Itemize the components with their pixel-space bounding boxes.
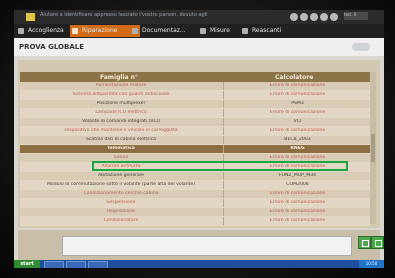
network-icon[interactable]	[310, 13, 318, 21]
column-divider	[223, 181, 224, 189]
column-divider	[223, 136, 224, 144]
column-divider	[223, 145, 224, 153]
cell-calcolatore: Errore di comunicazione	[269, 209, 326, 214]
taskbar-item[interactable]	[88, 261, 108, 268]
cell-calcolatore: Errore di comunicazione	[269, 128, 326, 133]
cell-famiglia: Sospensione	[106, 200, 136, 205]
cell-calcolatore: FUNZ_MUP_M34	[278, 173, 317, 178]
cell-famiglia: Modulo di commutazione sotto il volante …	[46, 182, 196, 187]
cell-famiglia: Sistema antiperdita con guanti antiscivo…	[72, 92, 170, 97]
header-famiglia: Famiglia n°	[100, 74, 138, 81]
page-title: PROVA GLOBALE	[19, 43, 84, 51]
cell-famiglia: Condizionatore	[103, 218, 139, 223]
confirm-button[interactable]	[371, 236, 384, 249]
column-divider	[223, 199, 224, 207]
connection-state: tecl. 0	[344, 12, 368, 20]
cell-famiglia: Alimentazione motore	[95, 83, 147, 88]
table-row[interactable]: Modulo di commutazione sotto il volante …	[20, 181, 370, 190]
table-row[interactable]: Volante di comandi integrati (VCI) VCI	[20, 118, 370, 127]
table-row[interactable]: Scatola dati di cabina elettrica BECB_200…	[20, 136, 370, 145]
table-row[interactable]: Sistema antiperdita con guanti antiscivo…	[20, 91, 370, 100]
column-divider	[223, 217, 224, 225]
settings-icon[interactable]	[300, 13, 308, 21]
user-icon[interactable]	[330, 13, 338, 21]
column-divider	[223, 208, 224, 216]
cell-calcolatore: BECB_2003	[284, 137, 311, 142]
brand-logo	[352, 43, 370, 51]
column-divider	[223, 91, 224, 99]
cell-famiglia: Condizionamento cerchio cabina	[83, 191, 159, 196]
column-divider	[223, 127, 224, 135]
table-row[interactable]: Regolazione Errore di comunicazione	[20, 208, 370, 217]
cell-famiglia: Scatola dati di cabina elettrica	[85, 137, 157, 142]
cell-calcolatore: RNEG	[290, 146, 305, 151]
cell-calcolatore: VCI	[293, 119, 302, 124]
record-icon[interactable]	[290, 13, 298, 21]
cell-famiglia: Posizione multiplexer	[96, 101, 146, 106]
highlight-frame	[92, 161, 348, 171]
table-row[interactable]: Condizionamento cerchio cabina Errore di …	[20, 190, 370, 199]
refresh-button[interactable]	[358, 236, 371, 249]
cell-calcolatore: Errore di comunicazione	[269, 155, 326, 160]
scrollbar-thumb[interactable]	[371, 134, 375, 162]
header-calcolatore: Calcolatore	[275, 74, 314, 81]
cell-famiglia: Sonno	[113, 155, 129, 160]
column-divider	[223, 100, 224, 108]
cell-calcolatore: Errore di comunicazione	[269, 92, 326, 97]
table-row[interactable]: Posizione multiplexer PSM3	[20, 100, 370, 109]
table-scrollbar[interactable]	[370, 72, 376, 224]
table-row[interactable]: Abitazione generale FUNZ_MUP_M34	[20, 172, 370, 181]
column-divider	[223, 172, 224, 180]
column-divider	[223, 118, 224, 126]
cell-famiglia: Telematica	[107, 146, 135, 151]
cell-calcolatore: PSM3	[291, 101, 304, 106]
table-row[interactable]: Dispositivo che mantiene il veicolo in c…	[20, 127, 370, 136]
cell-famiglia: Dispositivo che mantiene il veicolo in c…	[64, 128, 178, 133]
cell-famiglia: Regolazione	[107, 209, 135, 214]
table-row[interactable]: Alimentazione motore Errore di comunicazi…	[20, 82, 370, 91]
diagnostic-screen: Aiutare a Identificare appresso lasciato…	[14, 10, 384, 268]
cell-calcolatore: Errore di comunicazione	[269, 200, 326, 205]
cell-famiglia: Volante di comandi integrati (VCI)	[82, 119, 160, 124]
table-row[interactable]: Sospensione Errore di comunicazione	[20, 199, 370, 208]
cell-calcolatore: Errore di comunicazione	[269, 218, 326, 223]
message-box	[62, 236, 352, 256]
column-divider	[223, 190, 224, 198]
taskbar-clock: 10:50	[359, 260, 384, 268]
start-button[interactable]: start	[14, 260, 40, 268]
table-row[interactable]: Telematica RNEG	[20, 145, 370, 154]
table-row[interactable]: Lampade ICU elettrica Errore di comunicaz…	[20, 109, 370, 118]
taskbar-item[interactable]	[44, 261, 64, 268]
cell-calcolatore: Errore di comunicazione	[269, 83, 326, 88]
notification-text: Aiutare a Identificare appresso lasciato…	[40, 12, 208, 18]
cell-famiglia: Abitazione generale	[98, 173, 144, 178]
cell-calcolatore: Errore di comunicazione	[269, 191, 326, 196]
warning-icon	[26, 13, 35, 21]
taskbar-item[interactable]	[66, 261, 86, 268]
table-row[interactable]: Condizionatore Errore di comunicazione	[20, 217, 370, 226]
column-divider	[223, 82, 224, 90]
tab-accoglienza[interactable]: Accoglienza	[16, 25, 76, 37]
column-divider	[223, 109, 224, 117]
cell-famiglia: Lampade ICU elettrica	[95, 110, 147, 115]
tab-documentazione[interactable]: Documentaz...	[130, 25, 208, 37]
main-tabs: Accoglienza Riparazione Documentaz... Mi…	[14, 24, 384, 38]
table-header: Famiglia n° Calcolatore	[20, 72, 370, 82]
results-table: Alimentazione motore Errore di comunicazi…	[20, 82, 370, 226]
cell-calcolatore: Errore di comunicazione	[269, 110, 326, 115]
notification-bar: Aiutare a Identificare appresso lasciato…	[14, 10, 384, 24]
help-icon[interactable]	[320, 13, 328, 21]
tab-reascanti[interactable]: Reascanti	[240, 25, 302, 37]
page-header: PROVA GLOBALE	[14, 38, 384, 56]
cell-calcolatore: COM2008	[286, 182, 309, 187]
